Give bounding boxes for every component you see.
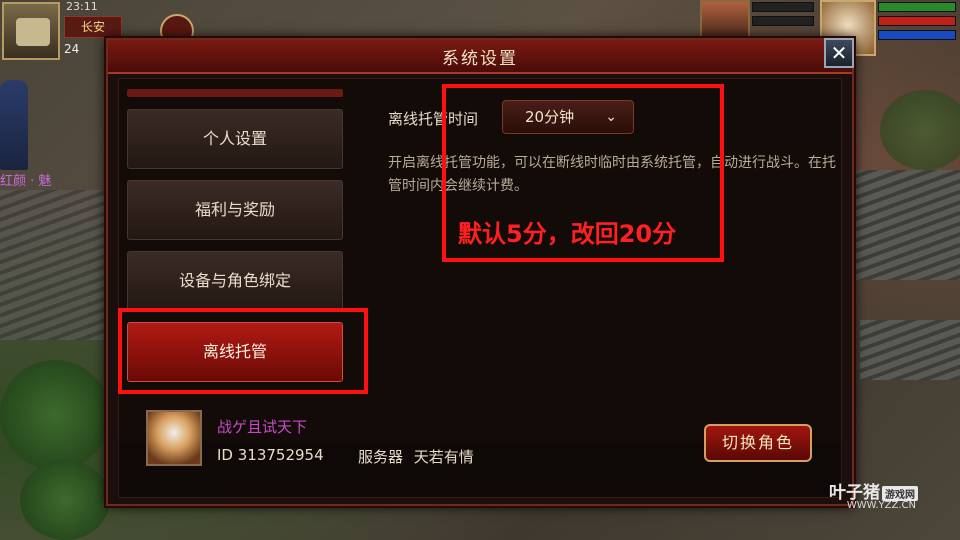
tree: [20, 460, 110, 540]
server-name: 天若有情: [413, 448, 474, 466]
close-button[interactable]: ✕: [824, 38, 854, 68]
player-id: ID 313752954: [217, 446, 324, 464]
roof-tiles: [860, 320, 960, 380]
annotation-note: 默认5分，改回20分: [458, 220, 677, 248]
annotation-box-sidebar: [118, 308, 368, 394]
watermark-url: WWW.YZZ.CN: [846, 500, 916, 511]
player-name: 战ゲ且试天下: [217, 418, 308, 436]
hud-number: 24: [64, 42, 80, 56]
clock: 23:11: [66, 0, 98, 13]
sidebar-item-personal[interactable]: 个人设置: [127, 109, 343, 169]
close-icon: ✕: [830, 41, 848, 65]
summon-mp-bar: [878, 16, 956, 26]
player-avatar: [146, 410, 202, 466]
tree: [880, 90, 960, 170]
summon-hp-bar: [878, 2, 956, 12]
summon-bars: [878, 2, 956, 44]
map-icon: [16, 18, 50, 46]
roof-tiles: [0, 190, 110, 340]
city-label[interactable]: 长安: [64, 16, 122, 38]
sidebar-scroll-top: [127, 89, 343, 97]
switch-character-button[interactable]: 切换角色: [704, 424, 812, 462]
npc-name: 红颜 · 魅: [0, 174, 52, 189]
dialog-title: 系统设置: [442, 49, 518, 69]
player-server: 服务器 天若有情: [358, 446, 474, 467]
pet-mp-bar: [752, 16, 814, 26]
roof-tiles: [850, 170, 960, 280]
npc-sprite[interactable]: [0, 80, 28, 170]
sidebar-item-rewards[interactable]: 福利与奖励: [127, 180, 343, 240]
watermark-badge: 游戏网: [882, 485, 918, 501]
server-label: 服务器: [358, 448, 404, 466]
summon-exp-bar: [878, 30, 956, 40]
pet-bars: [752, 2, 814, 30]
pet-hp-bar: [752, 2, 814, 12]
sidebar-item-binding[interactable]: 设备与角色绑定: [127, 251, 343, 311]
pet-portrait[interactable]: [700, 0, 750, 40]
minimap-button[interactable]: [2, 2, 60, 60]
tree: [0, 360, 110, 470]
dialog-title-bar: 系统设置: [108, 40, 852, 74]
